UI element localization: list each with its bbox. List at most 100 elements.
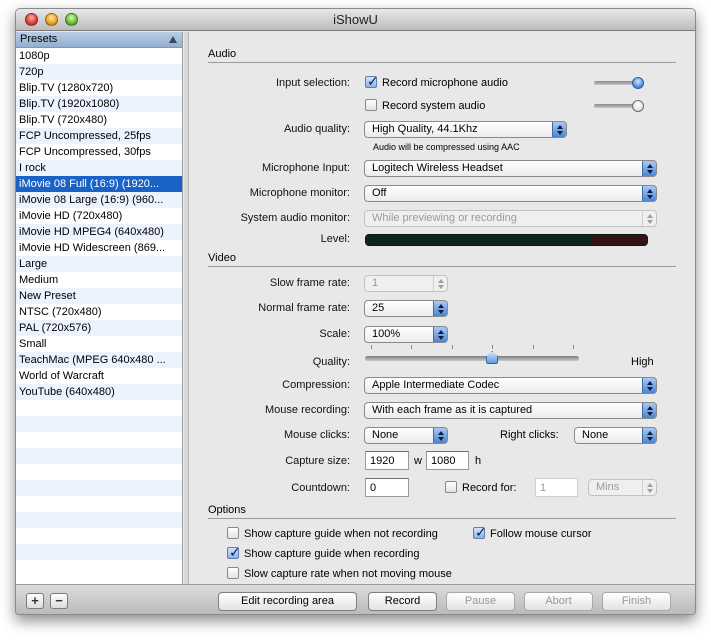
normal-frame-rate-popup[interactable]: 25 <box>364 300 448 317</box>
empty-row <box>16 512 182 528</box>
slider-thumb[interactable] <box>632 100 644 112</box>
split-view-divider[interactable] <box>184 32 189 584</box>
empty-row <box>16 480 182 496</box>
popup-arrows-icon <box>642 211 656 226</box>
record-microphone-checkbox[interactable] <box>365 73 379 90</box>
preset-item[interactable]: I rock <box>16 160 182 176</box>
audio-quality-value: High Quality, 44.1Khz <box>372 123 478 135</box>
microphone-input-value: Logitech Wireless Headset <box>372 162 503 174</box>
popup-arrows-icon <box>433 428 447 443</box>
empty-row <box>16 416 182 432</box>
mouse-clicks-popup[interactable]: None <box>364 427 448 444</box>
capture-height-field[interactable] <box>426 451 469 470</box>
video-section-header: Video <box>208 252 676 267</box>
countdown-field[interactable] <box>365 478 409 497</box>
preset-item[interactable]: iMovie 08 Full (16:9) (1920... <box>16 176 182 192</box>
show-guide-recording-checkbox[interactable] <box>227 544 241 561</box>
record-microphone-label: Record microphone audio <box>382 77 508 89</box>
microphone-monitor-value: Off <box>372 187 387 199</box>
show-guide-not-recording-checkbox[interactable] <box>227 527 239 539</box>
preset-item[interactable]: NTSC (720x480) <box>16 304 182 320</box>
follow-mouse-checkbox[interactable] <box>473 524 487 541</box>
slider-thumb[interactable] <box>632 77 644 89</box>
empty-row <box>16 528 182 544</box>
finish-button[interactable]: Finish <box>602 592 671 611</box>
input-selection-label: Input selection: <box>276 77 350 89</box>
microphone-monitor-label: Microphone monitor: <box>249 187 350 199</box>
popup-arrows-icon <box>642 378 656 393</box>
presets-column-header[interactable]: Presets <box>16 32 182 48</box>
preset-item[interactable]: 1080p <box>16 48 182 64</box>
title-bar[interactable]: iShowU <box>16 9 695 31</box>
quality-label: Quality: <box>312 356 350 368</box>
slider-tick <box>492 345 494 349</box>
pause-button[interactable]: Pause <box>446 592 515 611</box>
settings-panel: Audio Input selection: Record microphone… <box>190 32 695 584</box>
mouse-recording-popup[interactable]: With each frame as it is captured <box>364 402 657 419</box>
preset-item[interactable]: World of Warcraft <box>16 368 182 384</box>
preset-item[interactable]: iMovie HD MPEG4 (640x480) <box>16 224 182 240</box>
right-clicks-popup[interactable]: None <box>574 427 657 444</box>
microphone-volume-slider[interactable] <box>594 77 644 89</box>
preset-item[interactable]: Small <box>16 336 182 352</box>
compression-value: Apple Intermediate Codec <box>372 379 500 391</box>
slider-track <box>365 356 579 361</box>
preset-item[interactable]: Blip.TV (720x480) <box>16 112 182 128</box>
preset-item[interactable]: iMovie HD (720x480) <box>16 208 182 224</box>
scale-popup[interactable]: 100% <box>364 326 448 343</box>
system-audio-monitor-popup[interactable]: While previewing or recording <box>364 210 657 227</box>
slow-frame-rate-popup[interactable]: 1 <box>364 275 448 292</box>
slow-frame-rate-value: 1 <box>372 277 379 289</box>
empty-row <box>16 432 182 448</box>
presets-sidebar: Presets 1080p 720p Blip.TV (1280x720) Blip.… <box>16 32 183 584</box>
preset-item[interactable]: New Preset <box>16 288 182 304</box>
slider-tick <box>371 345 372 349</box>
empty-row <box>16 448 182 464</box>
record-for-checkbox[interactable] <box>445 481 457 493</box>
microphone-input-popup[interactable]: Logitech Wireless Headset <box>364 160 657 177</box>
scale-label: Scale: <box>319 328 350 340</box>
record-for-unit-popup[interactable]: Mins <box>588 479 657 496</box>
mouse-clicks-value: None <box>372 429 399 441</box>
slow-capture-rate-label: Slow capture rate when not moving mouse <box>244 568 452 580</box>
preset-item[interactable]: FCP Uncompressed, 30fps <box>16 144 182 160</box>
microphone-monitor-popup[interactable]: Off <box>364 185 657 202</box>
mouse-clicks-label: Mouse clicks: <box>283 429 350 441</box>
system-volume-slider[interactable] <box>594 100 644 112</box>
capture-size-label: Capture size: <box>285 455 350 467</box>
popup-arrows-icon <box>552 122 566 137</box>
preset-item[interactable]: PAL (720x576) <box>16 320 182 336</box>
video-quality-slider[interactable] <box>365 345 579 365</box>
preset-item[interactable]: Blip.TV (1920x1080) <box>16 96 182 112</box>
preset-item[interactable]: Medium <box>16 272 182 288</box>
record-system-audio-checkbox[interactable] <box>365 99 377 111</box>
remove-preset-button[interactable]: − <box>50 593 68 609</box>
slow-capture-rate-checkbox[interactable] <box>227 567 239 579</box>
record-button[interactable]: Record <box>368 592 437 611</box>
slider-tick <box>411 345 413 349</box>
edit-recording-area-button[interactable]: Edit recording area <box>218 592 357 611</box>
add-preset-button[interactable]: + <box>26 593 44 609</box>
popup-arrows-icon <box>642 161 656 176</box>
width-unit-label: w <box>414 455 422 467</box>
level-meter-segments <box>366 235 647 245</box>
preset-item[interactable]: TeachMac (MPEG 640x480 ... <box>16 352 182 368</box>
abort-button[interactable]: Abort <box>524 592 593 611</box>
preset-item[interactable]: iMovie HD Widescreen (869... <box>16 240 182 256</box>
capture-width-field[interactable] <box>365 451 409 470</box>
quality-high-label: High <box>631 356 654 368</box>
preset-item[interactable]: Large <box>16 256 182 272</box>
preset-list: 1080p 720p Blip.TV (1280x720) Blip.TV (1920… <box>16 48 182 576</box>
compression-popup[interactable]: Apple Intermediate Codec <box>364 377 657 394</box>
preset-item[interactable]: Blip.TV (1280x720) <box>16 80 182 96</box>
preset-item[interactable]: FCP Uncompressed, 25fps <box>16 128 182 144</box>
audio-quality-popup[interactable]: High Quality, 44.1Khz <box>364 121 567 138</box>
record-for-field[interactable] <box>535 478 578 497</box>
preset-item[interactable]: YouTube (640x480) <box>16 384 182 400</box>
slider-thumb[interactable] <box>486 351 499 364</box>
preset-item[interactable]: 720p <box>16 64 182 80</box>
popup-arrows-icon <box>642 403 656 418</box>
audio-section-header: Audio <box>208 48 676 63</box>
ishowu-window: iShowU Presets 1080p 720p Blip.TV (1280x72… <box>15 8 696 615</box>
preset-item[interactable]: iMovie 08 Large (16:9) (960... <box>16 192 182 208</box>
